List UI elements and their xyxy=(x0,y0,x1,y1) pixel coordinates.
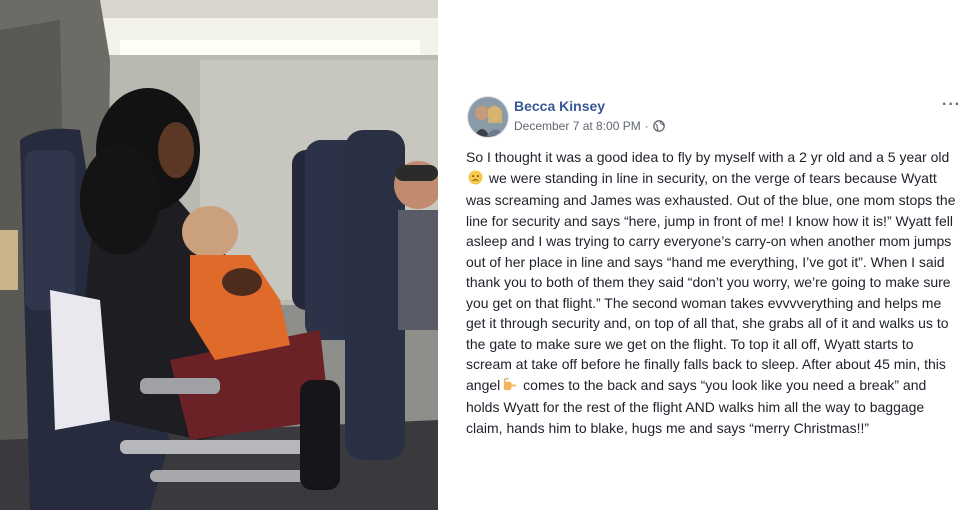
facebook-post: Becca Kinsey December 7 at 8:00 PM · ···… xyxy=(448,0,980,510)
post-timestamp[interactable]: December 7 at 8:00 PM xyxy=(514,119,641,133)
post-text-part-3: comes to the back and says “you look lik… xyxy=(466,376,927,436)
post-meta: December 7 at 8:00 PM · xyxy=(514,119,665,133)
avatar[interactable] xyxy=(467,96,509,138)
worried-face-emoji xyxy=(468,169,483,191)
pointing-hand-emoji xyxy=(502,377,517,398)
post-text-part-2: we were standing in line in security, on… xyxy=(466,169,956,393)
airplane-photo xyxy=(0,0,438,510)
globe-icon[interactable] xyxy=(652,120,665,132)
post-text-part-1: So I thought it was a good idea to fly b… xyxy=(466,149,950,165)
post-body: So I thought it was a good idea to fly b… xyxy=(466,147,960,438)
more-options-button[interactable]: ··· xyxy=(942,96,961,114)
meta-separator: · xyxy=(644,119,649,133)
author-name-link[interactable]: Becca Kinsey xyxy=(514,98,605,114)
